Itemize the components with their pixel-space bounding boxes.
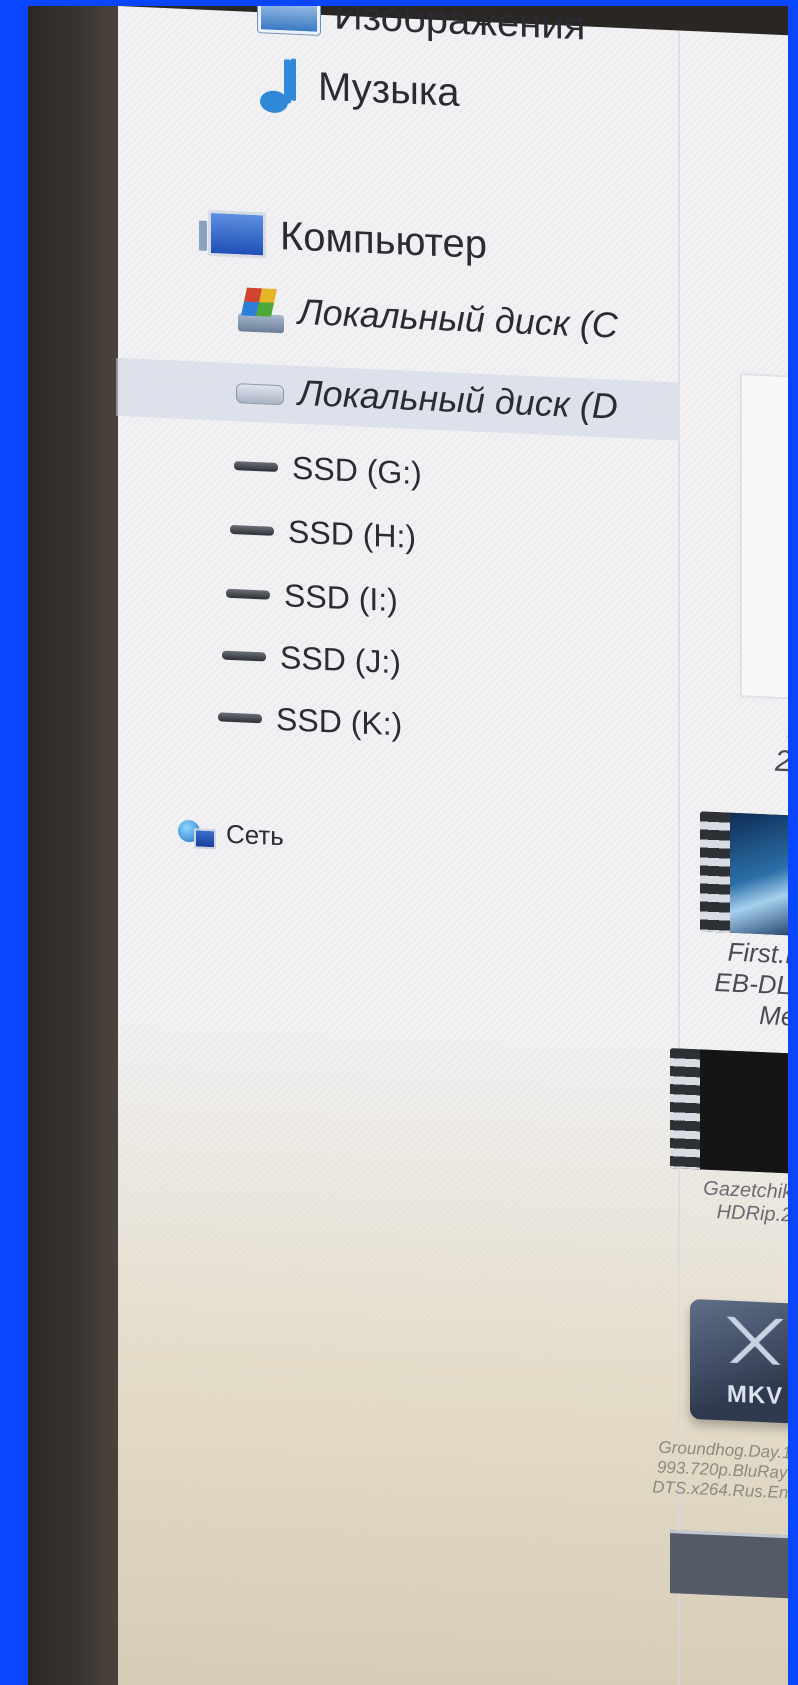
file-item-first-man[interactable]: First.Mar EB-DLRip Megal [690, 935, 788, 1034]
file-list-pane: Eskad 2006.E First.Mar EB-DLRip Megal Ga… [652, 30, 788, 1685]
nav-item-label: SSD (H:) [288, 513, 416, 556]
nav-item-label: SSD (G:) [292, 449, 422, 492]
nav-item-local-disk-d[interactable]: Локальный диск (D [236, 369, 618, 428]
film-strip-icon [670, 1048, 700, 1170]
nav-item-music[interactable]: Музыка [258, 54, 459, 123]
nav-item-ssd-h[interactable]: SSD (H:) [230, 511, 416, 556]
video-thumbnail[interactable] [700, 811, 788, 941]
drive-icon [230, 524, 274, 536]
nav-item-label: Изображения [334, 6, 586, 49]
drive-icon [218, 712, 262, 724]
nav-item-label: Музыка [318, 64, 460, 115]
video-thumbnail[interactable] [670, 1530, 788, 1602]
file-name-line: Megal [759, 999, 788, 1034]
nav-item-label: SSD (K:) [276, 700, 403, 743]
photo-of-monitor: Изображения Музыка Компьютер Локальный д… [28, 6, 788, 1685]
nav-item-computer[interactable]: Компьютер [208, 209, 488, 268]
nav-item-local-disk-c[interactable]: Локальный диск (C [238, 287, 618, 348]
video-thumbnail[interactable] [670, 1048, 788, 1177]
file-name-line: 2006.E [774, 744, 788, 782]
video-frame [700, 1049, 788, 1177]
computer-icon [208, 209, 266, 259]
nav-item-label: SSD (I:) [284, 577, 398, 619]
nav-item-ssd-i[interactable]: SSD (I:) [226, 575, 398, 620]
drive-icon [226, 588, 270, 600]
drive-icon [222, 650, 266, 662]
drive-icon [234, 461, 278, 472]
folder-thumbnail[interactable] [740, 373, 788, 707]
nav-item-ssd-k[interactable]: SSD (K:) [218, 698, 402, 743]
nav-item-ssd-g[interactable]: SSD (G:) [234, 447, 422, 492]
system-disk-icon [238, 287, 284, 333]
nav-item-ssd-j[interactable]: SSD (J:) [222, 637, 401, 682]
nav-item-label: Локальный диск (C [298, 290, 618, 346]
file-item-gazetchik[interactable]: Gazetchik.20 HDRip.2.05 [650, 1175, 788, 1228]
file-item-groundhog-day[interactable]: Groundhog.Day.1 993.720p.BluRay- DTS.x26… [620, 1436, 788, 1505]
network-icon [178, 817, 212, 848]
explorer-window: Изображения Музыка Компьютер Локальный д… [118, 6, 788, 1685]
nav-item-label: Сеть [226, 818, 284, 852]
nav-item-label: SSD (J:) [280, 639, 401, 681]
nav-item-label: Локальный диск (D [298, 371, 618, 427]
video-frame [730, 812, 788, 941]
file-name-line: HDRip.2.05 [716, 1201, 788, 1228]
nav-item-network[interactable]: Сеть [178, 817, 284, 853]
music-icon [258, 54, 304, 116]
monitor-bezel [28, 6, 118, 1685]
pictures-icon [258, 6, 320, 35]
film-strip-icon [700, 811, 730, 933]
navigation-pane: Изображения Музыка Компьютер Локальный д… [118, 6, 658, 1685]
file-item-eskadrilya[interactable]: Eskad 2006.E [730, 709, 788, 783]
nav-item-pictures[interactable]: Изображения [258, 6, 585, 49]
nav-item-label: Компьютер [280, 213, 488, 267]
mkv-file-icon[interactable]: MKV [690, 1298, 788, 1425]
disk-icon [236, 383, 284, 406]
mkv-badge: MKV [726, 1380, 784, 1411]
